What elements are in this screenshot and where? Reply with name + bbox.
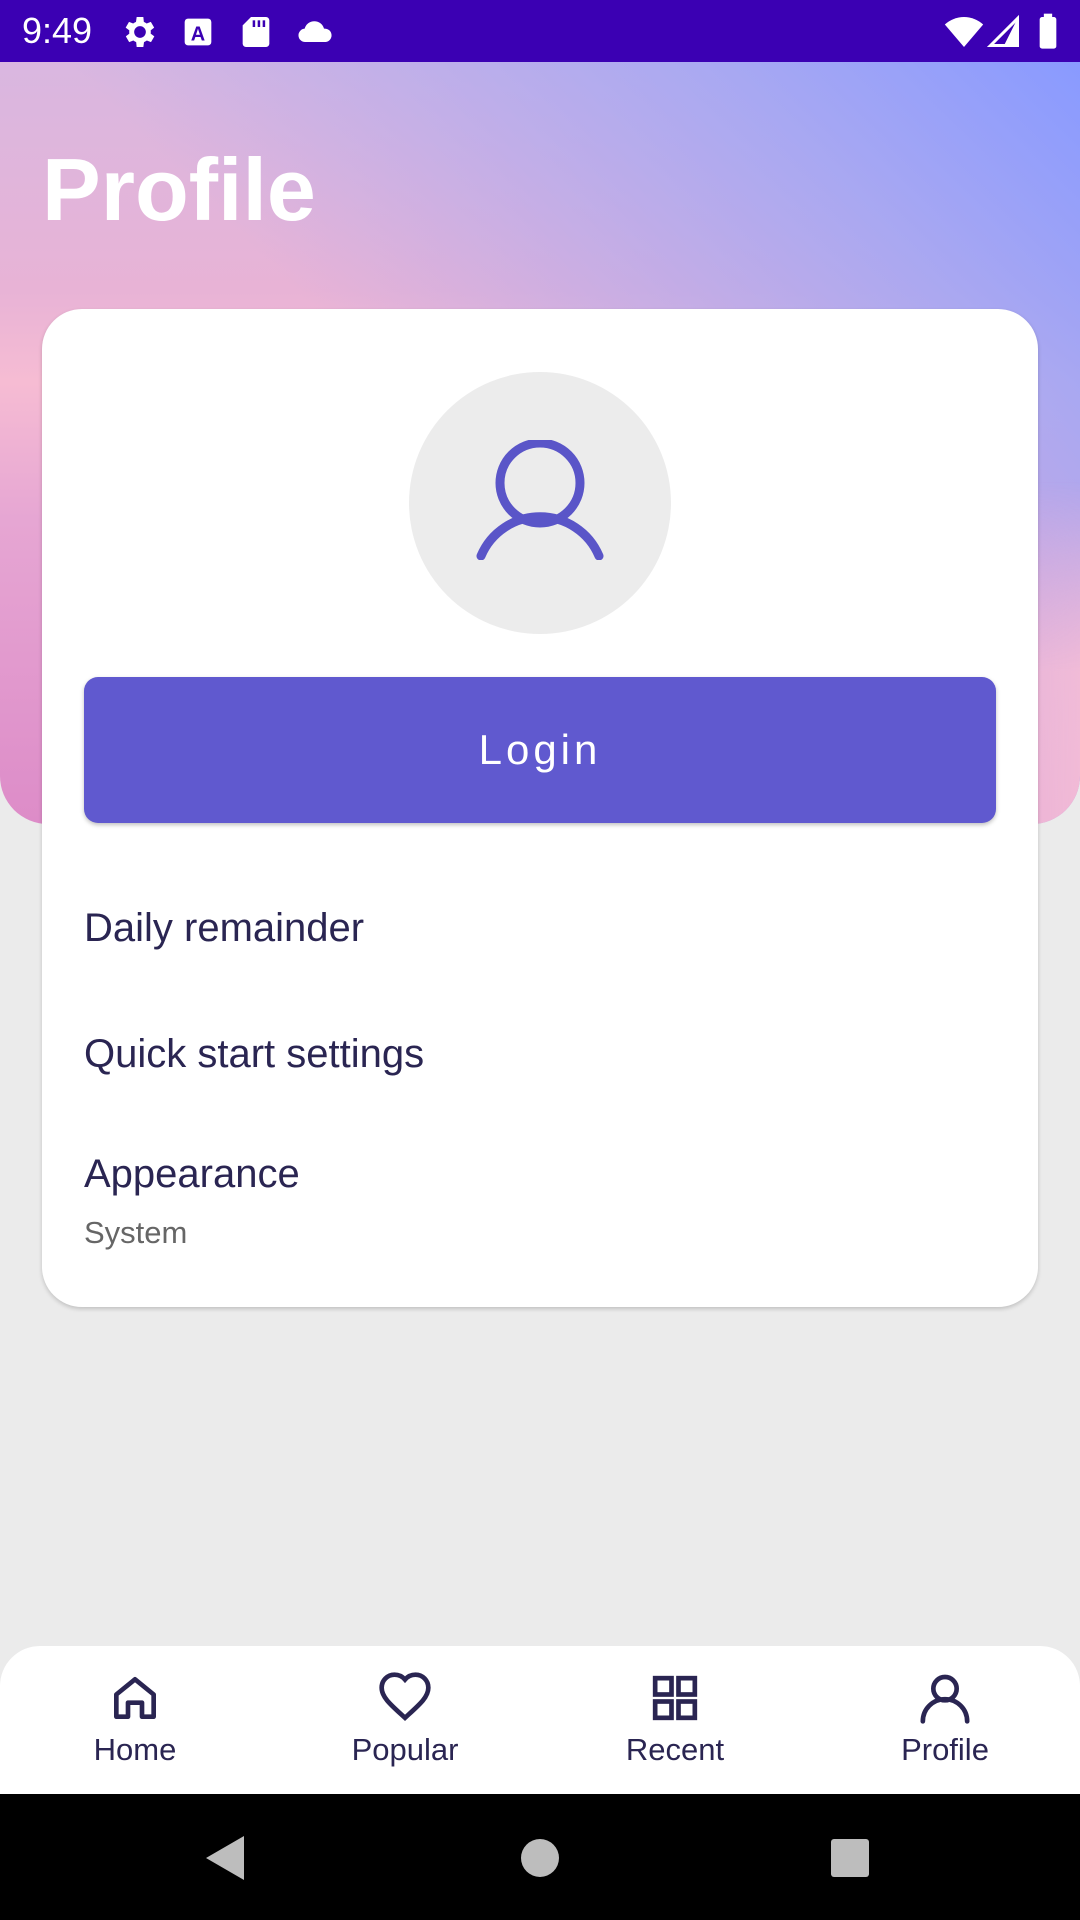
signal-icon — [986, 12, 1022, 57]
avatar — [409, 372, 671, 634]
svg-text:A: A — [191, 23, 205, 45]
login-button[interactable]: Login — [84, 677, 996, 823]
nav-item-recent[interactable]: Recent — [540, 1646, 810, 1794]
menu-item-subtitle: System — [84, 1215, 188, 1250]
status-bar: 9:49 A — [0, 0, 1080, 62]
font-a-icon: A — [178, 12, 218, 52]
cloud-icon — [294, 12, 334, 52]
battery-icon — [1036, 12, 1060, 57]
back-icon[interactable] — [204, 1834, 248, 1882]
person-icon — [476, 440, 604, 560]
page-title: Profile — [42, 140, 316, 239]
gear-icon — [120, 12, 160, 52]
sd-card-icon — [236, 12, 276, 52]
heart-icon — [379, 1672, 431, 1722]
menu-item-label: Appearance — [84, 1152, 300, 1196]
menu-item-appearance[interactable]: Appearance System — [84, 1152, 996, 1251]
person-icon — [920, 1674, 970, 1724]
grid-icon — [652, 1675, 698, 1721]
nav-item-home[interactable]: Home — [0, 1646, 270, 1794]
menu-item-label: Daily remainder — [84, 906, 365, 950]
home-icon — [114, 1677, 157, 1719]
nav-label: Home — [93, 1732, 177, 1767]
menu-item-label: Quick start settings — [84, 1032, 425, 1076]
menu-item-daily-remainder[interactable]: Daily remainder — [84, 906, 996, 951]
home-circle-icon[interactable] — [520, 1838, 560, 1878]
bottom-navigation: Home Popular Recent Profile — [0, 1646, 1080, 1794]
nav-label: Popular — [351, 1732, 459, 1767]
nav-item-profile[interactable]: Profile — [810, 1646, 1080, 1794]
menu-item-quick-start-settings[interactable]: Quick start settings — [84, 1032, 996, 1077]
nav-item-popular[interactable]: Popular — [270, 1646, 540, 1794]
nav-label: Profile — [901, 1732, 989, 1767]
recents-square-icon[interactable] — [830, 1838, 870, 1878]
status-time: 9:49 — [22, 10, 93, 51]
system-navigation-bar — [0, 1794, 1080, 1920]
profile-card: Login Daily remainder Quick start settin… — [42, 309, 1038, 1307]
wifi-icon — [944, 12, 984, 57]
nav-label: Recent — [625, 1732, 725, 1767]
